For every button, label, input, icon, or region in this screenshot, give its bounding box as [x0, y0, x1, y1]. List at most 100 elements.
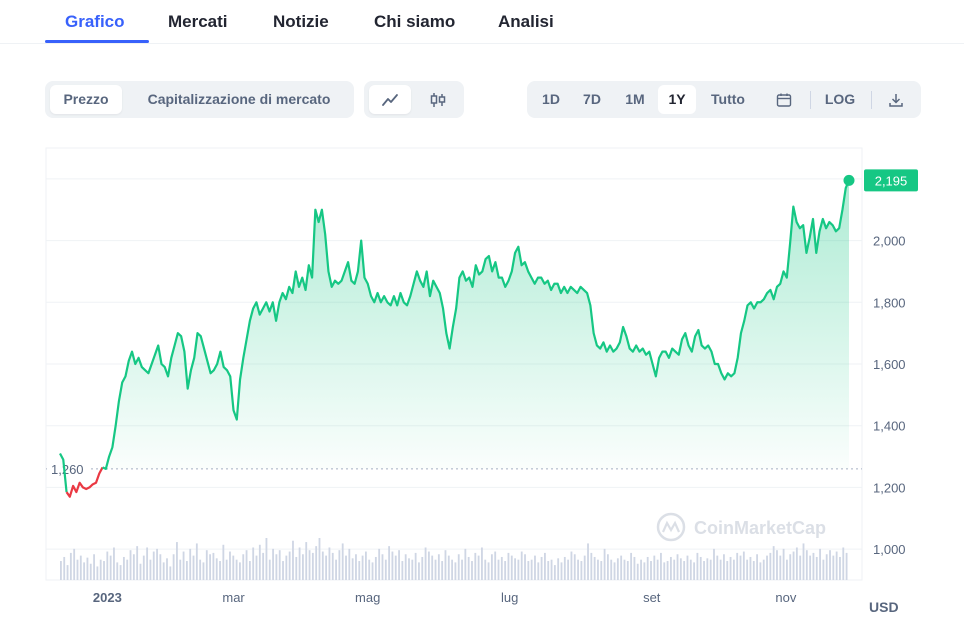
volume-bar — [703, 561, 705, 580]
volume-bar — [142, 555, 145, 580]
y-tick-label: 1,000 — [873, 542, 906, 557]
volume-bar — [732, 559, 735, 580]
range-toggle: 1D 7D 1M 1Y Tutto LOG — [527, 81, 921, 118]
volume-bar — [132, 554, 135, 580]
range-1y-button[interactable]: 1Y — [658, 85, 696, 114]
volume-bar — [331, 552, 334, 580]
tab-analisi[interactable]: Analisi — [498, 12, 554, 32]
volume-bar — [487, 562, 490, 580]
volume-bar — [792, 551, 795, 580]
volume-bar — [809, 555, 812, 580]
metric-market-cap-button[interactable]: Capitalizzazione di mercato — [129, 85, 349, 114]
volume-bar — [673, 559, 676, 580]
volume-bar — [136, 546, 139, 580]
volume-bar — [660, 552, 662, 580]
volume-bar — [255, 555, 258, 580]
volume-bar — [384, 559, 387, 580]
volume-bar — [563, 556, 566, 580]
volume-bar — [557, 558, 560, 580]
volume-bar — [739, 555, 742, 580]
volume-bar — [802, 543, 805, 580]
range-1m-button[interactable]: 1M — [617, 85, 653, 114]
volume-bar — [580, 561, 583, 580]
log-scale-button[interactable]: LOG — [818, 85, 862, 114]
volume-bar — [606, 554, 609, 580]
range-all-button[interactable]: Tutto — [702, 85, 754, 114]
tab-notizie[interactable]: Notizie — [273, 12, 329, 32]
candlestick-button[interactable] — [417, 85, 459, 114]
volume-bar — [474, 552, 477, 580]
calendar-button[interactable] — [767, 85, 801, 114]
volume-bar — [520, 551, 523, 580]
range-7d-button[interactable]: 7D — [574, 85, 610, 114]
volume-bar — [268, 559, 271, 580]
volume-bar — [189, 548, 192, 580]
x-tick-label: 2023 — [93, 590, 122, 605]
volume-bar — [839, 556, 841, 580]
volume-bar — [481, 547, 483, 580]
volume-bar — [235, 559, 238, 580]
volume-bar — [736, 552, 739, 580]
volume-bar — [298, 547, 301, 580]
metric-price-button[interactable]: Prezzo — [50, 85, 122, 114]
volume-bar — [477, 555, 480, 580]
tab-grafico[interactable]: Grafico — [65, 12, 125, 32]
volume-bar — [461, 559, 463, 580]
watermark-logo: CoinMarketCap — [656, 512, 826, 542]
y-tick-label: 1,200 — [873, 480, 906, 495]
volume-bar — [776, 550, 778, 580]
volume-bar — [109, 555, 112, 580]
volume-bar — [166, 558, 168, 580]
volume-bar — [514, 558, 516, 580]
volume-bar — [411, 559, 414, 580]
last-price-dot — [843, 174, 855, 186]
volume-bar — [182, 551, 185, 580]
volume-bar — [159, 554, 162, 580]
volume-bar — [431, 555, 434, 580]
volume-bar — [646, 556, 649, 580]
volume-bar — [76, 559, 79, 580]
volume-bar — [484, 559, 487, 580]
volume-bar — [225, 559, 228, 580]
tab-chi-siamo[interactable]: Chi siamo — [374, 12, 455, 32]
volume-bar — [447, 555, 450, 580]
volume-bar — [636, 563, 639, 580]
volume-bar — [600, 561, 603, 580]
volume-bar — [335, 559, 337, 580]
watermark-text: CoinMarketCap — [694, 518, 826, 538]
volume-bar — [713, 548, 715, 580]
download-button[interactable] — [879, 85, 913, 114]
volume-bar — [358, 561, 361, 580]
volume-bar — [494, 551, 497, 580]
volume-bar — [116, 562, 119, 580]
volume-bar — [829, 550, 831, 580]
volume-bar — [315, 546, 318, 580]
volume-bar — [467, 556, 470, 580]
volume-bar — [766, 555, 768, 580]
volume-bar — [577, 559, 579, 580]
volume-bar — [471, 561, 473, 580]
volume-bar — [490, 554, 493, 580]
price-chart[interactable]: 1,000 1,200 1,400 1,600 1,800 2,000 2023 mar mag… — [0, 140, 964, 631]
volume-bar — [437, 554, 440, 580]
volume-bar — [308, 550, 311, 580]
volume-bar — [66, 565, 69, 580]
volume-bar — [272, 548, 274, 580]
volume-bar — [630, 552, 633, 580]
volume-bar — [185, 561, 188, 580]
volume-bar — [699, 556, 702, 580]
tab-mercati[interactable]: Mercati — [168, 12, 228, 32]
range-1d-button[interactable]: 1D — [533, 85, 569, 114]
volume-bar — [547, 561, 550, 580]
volume-bar — [149, 559, 152, 580]
volume-bar — [427, 551, 430, 580]
volume-bar — [381, 554, 384, 580]
x-tick-label: nov — [775, 590, 796, 605]
volume-bar — [583, 555, 586, 580]
price-chart-svg[interactable]: 1,000 1,200 1,400 1,600 1,800 2,000 2023 mar mag… — [0, 140, 964, 631]
volume-bar — [825, 554, 828, 580]
line-chart-button[interactable] — [369, 85, 411, 114]
volume-bar — [388, 546, 391, 580]
volume-bar — [530, 559, 533, 580]
volume-bar — [113, 547, 115, 580]
